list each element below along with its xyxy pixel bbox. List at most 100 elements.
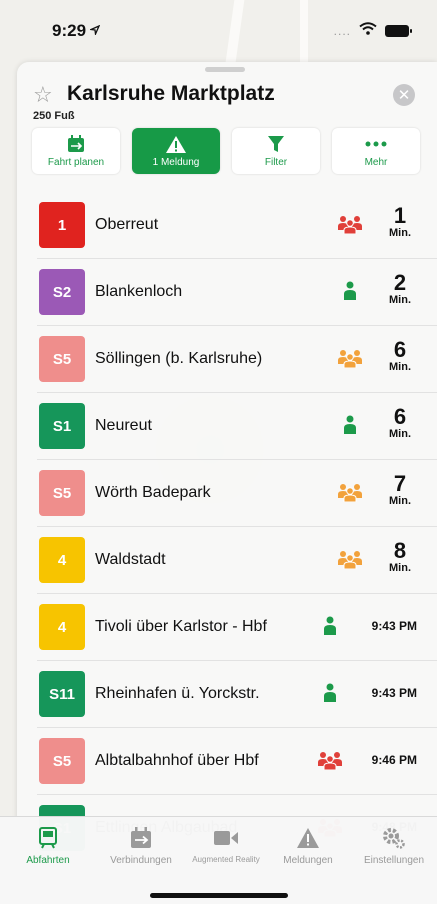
line-badge: 4	[39, 604, 85, 650]
tab-alerts[interactable]: Meldungen	[276, 825, 340, 866]
line-badge: S5	[39, 336, 85, 382]
minutes-value: 1	[393, 203, 407, 228]
filter-button[interactable]: Filter	[232, 128, 320, 174]
minutes-value: 7	[393, 471, 407, 496]
minutes-countdown: 1 Min.	[385, 203, 415, 240]
occupancy-person-icon	[323, 683, 349, 705]
station-header: ☆ Karlsruhe Marktplatz 250 Fuß ✕	[17, 76, 437, 126]
wifi-icon	[359, 22, 377, 40]
minutes-countdown: 7 Min.	[385, 471, 415, 508]
line-badge: S2	[39, 269, 85, 315]
tram-icon	[38, 825, 58, 851]
status-bar: 9:29 ....	[0, 0, 437, 62]
occupancy-group-icon	[337, 549, 363, 571]
sheet-grabber[interactable]	[205, 67, 245, 72]
line-badge: S11	[39, 671, 85, 717]
tab-connections[interactable]: Verbindungen	[104, 825, 178, 866]
tab-augmented-reality[interactable]: Augmented Reality	[184, 825, 268, 864]
minutes-countdown: 8 Min.	[385, 538, 415, 575]
line-badge: S1	[39, 403, 85, 449]
filter-icon	[268, 134, 284, 154]
minutes-unit: Min.	[389, 495, 411, 507]
action-bar: Fahrt planen 1 Meldung Filter Mehr	[17, 128, 437, 176]
line-badge: S5	[39, 738, 85, 784]
alerts-label: 1 Meldung	[152, 157, 200, 168]
minutes-value: 8	[393, 538, 407, 563]
camera-icon	[213, 825, 239, 851]
departure-row[interactable]: S1 Neureut 6 Min.	[17, 393, 437, 460]
departure-time: 9:43 PM	[371, 619, 417, 633]
tab-departures-label: Abfahrten	[26, 855, 70, 866]
departure-row[interactable]: S2 Blankenloch 2 Min.	[17, 259, 437, 326]
departure-time: 9:43 PM	[371, 686, 417, 700]
route-icon	[129, 825, 153, 851]
destination-label: Blankenloch	[95, 283, 183, 300]
close-button[interactable]: ✕	[393, 84, 415, 106]
departure-row[interactable]: S5 Söllingen (b. Karlsruhe) 6 Min.	[17, 326, 437, 393]
tab-departures[interactable]: Abfahrten	[17, 825, 79, 866]
destination-label: Söllingen (b. Karlsruhe)	[95, 350, 263, 367]
battery-icon	[385, 25, 412, 37]
plan-trip-button[interactable]: Fahrt planen	[32, 128, 120, 174]
route-icon	[66, 134, 86, 154]
tab-alerts-label: Meldungen	[283, 855, 333, 866]
settings-icon	[382, 825, 406, 851]
departure-row[interactable]: 4 Waldstadt 8 Min.	[17, 527, 437, 594]
departure-time: 9:46 PM	[371, 753, 417, 767]
minutes-value: 2	[393, 270, 407, 295]
occupancy-person-icon	[323, 616, 349, 638]
warning-icon	[165, 134, 187, 154]
line-badge: S5	[39, 470, 85, 516]
destination-label: Oberreut	[95, 216, 159, 233]
occupancy-person-icon	[343, 415, 369, 437]
tab-settings[interactable]: Einstellungen	[354, 825, 434, 866]
occupancy-group-icon	[337, 214, 363, 236]
occupancy-person-icon	[343, 281, 369, 303]
minutes-unit: Min.	[389, 361, 411, 373]
station-title: Karlsruhe Marktplatz	[67, 82, 275, 105]
departure-row[interactable]: 1 Oberreut 1 Min.	[17, 192, 437, 259]
departures-sheet: ☆ Karlsruhe Marktplatz 250 Fuß ✕ Fahrt p…	[17, 62, 437, 904]
minutes-unit: Min.	[389, 562, 411, 574]
destination-label: Waldstadt	[95, 551, 166, 568]
filter-label: Filter	[264, 157, 288, 168]
tab-settings-label: Einstellungen	[363, 855, 425, 866]
more-button[interactable]: Mehr	[332, 128, 420, 174]
favorite-star-icon[interactable]: ☆	[33, 82, 53, 108]
tab-bar: Abfahrten Verbindungen Augmented Reality	[0, 816, 437, 904]
destination-label: Wörth Badepark	[95, 484, 211, 501]
minutes-value: 6	[393, 337, 407, 362]
destination-label: Rheinhafen ü. Yorckstr.	[95, 685, 260, 702]
more-label: Mehr	[364, 157, 388, 168]
departure-row[interactable]: S11 Rheinhafen ü. Yorckstr. 9:43 PM	[17, 661, 437, 728]
minutes-value: 6	[393, 404, 407, 429]
alerts-button[interactable]: 1 Meldung	[132, 128, 220, 174]
plan-trip-label: Fahrt planen	[47, 157, 105, 168]
tab-connections-label: Verbindungen	[110, 855, 172, 866]
departure-row[interactable]: S5 Wörth Badepark 7 Min.	[17, 460, 437, 527]
cellular-signal: ....	[333, 24, 351, 38]
minutes-countdown: 2 Min.	[385, 270, 415, 307]
warning-icon	[296, 825, 320, 851]
departure-row[interactable]: S5 Albtalbahnhof über Hbf 9:46 PM	[17, 728, 437, 795]
occupancy-group-icon	[317, 750, 343, 772]
tab-augmented-reality-label: Augmented Reality	[192, 855, 260, 864]
destination-label: Tivoli über Karlstor - Hbf	[95, 618, 267, 635]
location-arrow-icon	[88, 22, 101, 40]
minutes-unit: Min.	[389, 294, 411, 306]
line-badge: 1	[39, 202, 85, 248]
destination-label: Neureut	[95, 417, 152, 434]
home-indicator	[150, 893, 288, 898]
minutes-unit: Min.	[389, 227, 411, 239]
destination-label: Albtalbahnhof über Hbf	[95, 752, 259, 769]
occupancy-group-icon	[337, 482, 363, 504]
station-distance: 250 Fuß	[33, 110, 75, 122]
minutes-countdown: 6 Min.	[385, 337, 415, 374]
minutes-countdown: 6 Min.	[385, 404, 415, 441]
line-badge: 4	[39, 537, 85, 583]
departure-row[interactable]: 4 Tivoli über Karlstor - Hbf 9:43 PM	[17, 594, 437, 661]
status-time: 9:29	[52, 21, 87, 40]
occupancy-group-icon	[337, 348, 363, 370]
minutes-unit: Min.	[389, 428, 411, 440]
more-icon	[365, 134, 387, 154]
